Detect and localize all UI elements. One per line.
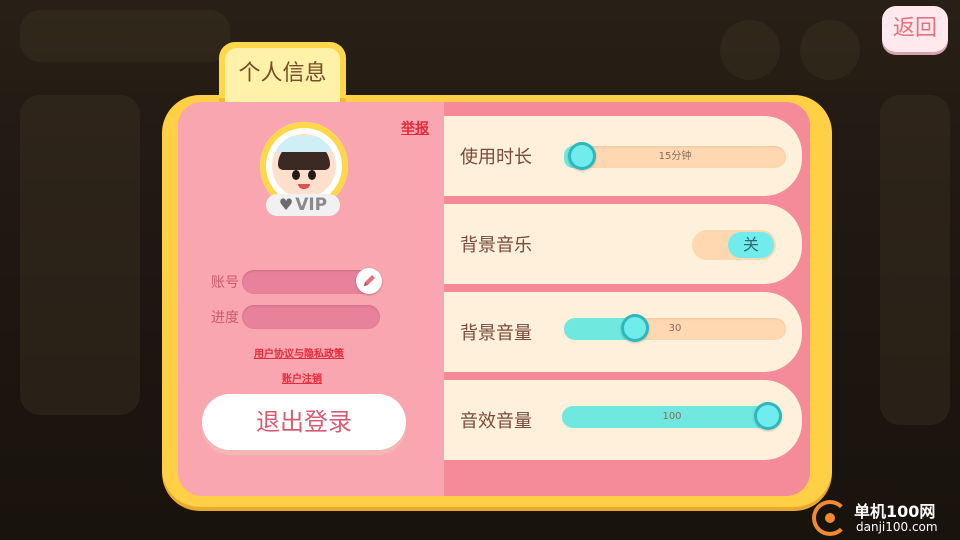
usage-time-label: 使用时长 (460, 147, 532, 168)
account-label: 账号 (211, 275, 239, 291)
logout-button[interactable]: 退出登录 (202, 394, 406, 450)
vip-label: VIP (295, 195, 328, 215)
site-logo-icon (812, 500, 848, 536)
tab-title: 个人信息 (225, 48, 340, 102)
slider-value: 30 (668, 323, 682, 334)
policy-link[interactable]: 用户协议与隐私政策 (254, 345, 344, 360)
sfx-volume-slider[interactable]: 100 (562, 402, 782, 430)
progress-field (242, 305, 380, 329)
bg-music-toggle[interactable]: 关 (692, 230, 776, 260)
slider-thumb[interactable] (567, 142, 596, 170)
bg-volume-label: 背景音量 (460, 323, 532, 344)
sfx-volume-row: 音效音量 100 (444, 380, 802, 460)
avatar-image (272, 134, 336, 198)
profile-section: 举报 ♥ VIP 账号 进度 用户协议与隐私政策 账户注销 退出登录 (178, 102, 444, 496)
tab-profile-info: 个人信息 (219, 42, 346, 102)
bg-music-row: 背景音乐 关 (444, 204, 802, 284)
bg-music-label: 背景音乐 (460, 235, 532, 256)
usage-time-slider[interactable]: 15分钟 (564, 142, 786, 170)
usage-time-row: 使用时长 15分钟 (444, 116, 802, 196)
report-link[interactable]: 举报 (401, 118, 429, 138)
settings-section: 使用时长 15分钟 背景音乐 关 背景音量 30 音效音量 100 (444, 102, 810, 496)
heart-icon: ♥ (278, 195, 294, 214)
watermark-name: 单机100网 (854, 502, 936, 521)
slider-thumb[interactable] (621, 314, 650, 342)
profile-panel: 举报 ♥ VIP 账号 进度 用户协议与隐私政策 账户注销 退出登录 使用时长 … (178, 102, 810, 496)
toggle-knob: 关 (728, 232, 774, 258)
slider-thumb[interactable] (754, 402, 782, 430)
progress-label: 进度 (211, 310, 239, 326)
slider-value: 15分钟 (658, 151, 692, 162)
back-button[interactable]: 返回 (882, 6, 948, 52)
bg-volume-slider[interactable]: 30 (564, 314, 786, 342)
pencil-icon[interactable] (356, 268, 382, 294)
watermark: 单机100网 danji100.com (812, 496, 960, 540)
watermark-url: danji100.com (856, 520, 938, 534)
bg-volume-row: 背景音量 30 (444, 292, 802, 372)
slider-value: 100 (662, 411, 682, 422)
sfx-volume-label: 音效音量 (460, 411, 532, 432)
vip-badge: ♥ VIP (266, 194, 340, 216)
cancel-account-link[interactable]: 账户注销 (282, 370, 322, 385)
